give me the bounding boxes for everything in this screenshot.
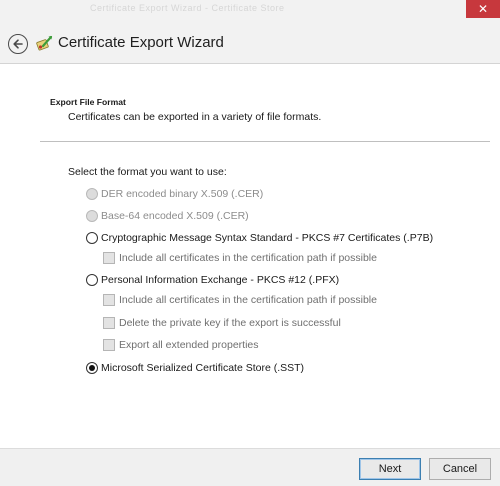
radio-base64[interactable]: Base-64 encoded X.509 (.CER) <box>86 209 249 223</box>
certificate-wizard-icon <box>36 35 53 51</box>
radio-label: Cryptographic Message Syntax Standard - … <box>101 232 434 244</box>
checkbox[interactable] <box>103 317 115 329</box>
radio-label: Microsoft Serialized Certificate Store (… <box>101 362 305 374</box>
checkbox-label: Include all certificates in the certific… <box>119 294 377 306</box>
checkbox-export-extended-properties[interactable]: Export all extended properties <box>103 338 259 352</box>
checkbox[interactable] <box>103 339 115 351</box>
radio-label: Base-64 encoded X.509 (.CER) <box>101 210 249 222</box>
radio-pkcs12[interactable]: Personal Information Exchange - PKCS #12… <box>86 273 339 287</box>
radio-pkcs7[interactable]: Cryptographic Message Syntax Standard - … <box>86 231 433 245</box>
radio-sst[interactable]: Microsoft Serialized Certificate Store (… <box>86 361 304 375</box>
radio-selected-dot <box>89 365 95 371</box>
title-bar: Certificate Export Wizard - Certificate … <box>0 0 500 64</box>
radio-label: DER encoded binary X.509 (.CER) <box>101 188 264 200</box>
checkbox-label: Export all extended properties <box>119 339 259 351</box>
radio-button[interactable] <box>86 210 98 222</box>
section-description: Certificates can be exported in a variet… <box>68 111 322 123</box>
close-icon: ✕ <box>477 2 489 16</box>
radio-button[interactable] <box>86 188 98 200</box>
wizard-title: Certificate Export Wizard <box>58 34 224 51</box>
radio-label: Personal Information Exchange - PKCS #12… <box>101 274 340 286</box>
radio-der[interactable]: DER encoded binary X.509 (.CER) <box>86 187 263 201</box>
checkbox-label: Delete the private key if the export is … <box>119 317 341 329</box>
checkbox[interactable] <box>103 294 115 306</box>
back-arrow-icon <box>13 39 23 49</box>
section-heading: Export File Format <box>50 97 126 107</box>
close-button[interactable]: ✕ <box>466 0 500 18</box>
radio-button[interactable] <box>86 362 98 374</box>
checkbox-p7b-include-path[interactable]: Include all certificates in the certific… <box>103 251 377 265</box>
divider <box>40 141 490 142</box>
footer: Next Cancel <box>0 448 500 486</box>
checkbox-pfx-include-path[interactable]: Include all certificates in the certific… <box>103 293 377 307</box>
checkbox[interactable] <box>103 252 115 264</box>
checkbox-label: Include all certificates in the certific… <box>119 252 377 264</box>
back-button[interactable] <box>8 34 28 54</box>
radio-button[interactable] <box>86 232 98 244</box>
background-window-text: Certificate Export Wizard - Certificate … <box>90 3 285 13</box>
checkbox-delete-private-key[interactable]: Delete the private key if the export is … <box>103 316 341 330</box>
next-button[interactable]: Next <box>359 458 421 480</box>
cancel-button[interactable]: Cancel <box>429 458 491 480</box>
radio-button[interactable] <box>86 274 98 286</box>
format-prompt: Select the format you want to use: <box>68 166 227 178</box>
